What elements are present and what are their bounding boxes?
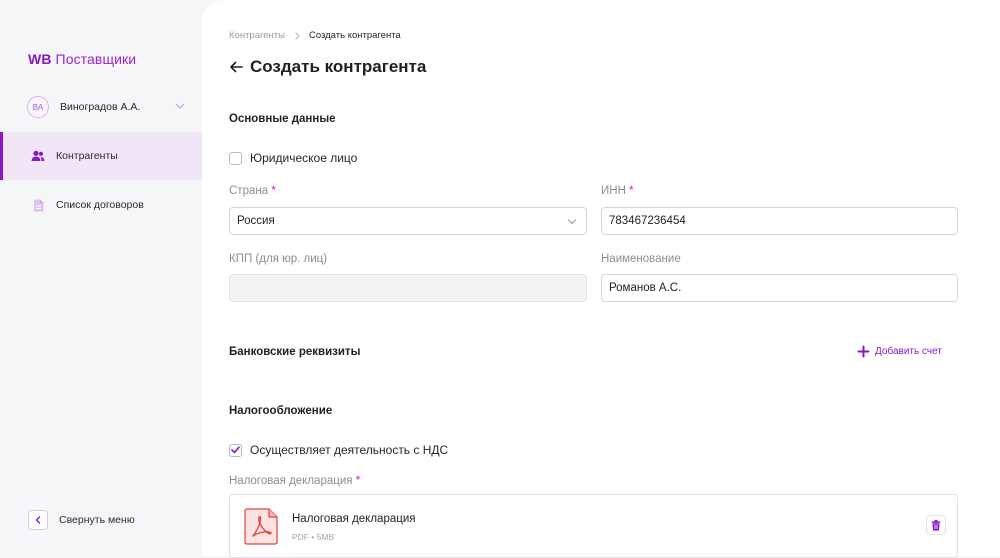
logo-name: Поставщики: [55, 51, 137, 67]
name-input-value: Романов А.С.: [609, 282, 682, 294]
delete-file-button[interactable]: [926, 515, 946, 535]
collapse-menu[interactable]: Свернуть меню: [28, 510, 135, 530]
collapse-button[interactable]: [28, 510, 48, 530]
inn-input-value: 783467236454: [609, 215, 686, 227]
kpp-label: КПП (для юр. лиц): [229, 253, 328, 265]
plus-icon: [857, 345, 870, 358]
declaration-label: Налоговая декларация *: [229, 475, 360, 487]
section-title-bank: Банковские реквизиты: [229, 346, 361, 358]
chevron-down-icon: [175, 103, 185, 109]
user-name: Виноградов А.А.: [60, 101, 141, 113]
uploaded-file: Налоговая декларация PDF • 5MB: [229, 494, 958, 558]
vat-checkbox[interactable]: [229, 443, 242, 457]
sidebar-item-counterparties[interactable]: Контрагенты: [0, 132, 202, 180]
logo-wb: WB: [28, 51, 52, 67]
breadcrumb-parent[interactable]: Контрагенты: [229, 30, 285, 41]
collapse-label: Свернуть меню: [59, 514, 135, 526]
users-icon: [31, 149, 45, 163]
name-label: Наименование: [601, 253, 681, 265]
inn-label-text: ИНН: [601, 185, 626, 197]
chevron-left-icon: [35, 516, 41, 524]
trash-icon: [931, 519, 941, 530]
country-select-value: Россия: [237, 215, 275, 227]
avatar: ВА: [27, 96, 49, 118]
sidebar-item-contracts[interactable]: Список договоров: [0, 181, 202, 229]
required-mark: *: [271, 185, 276, 197]
required-mark: *: [629, 185, 634, 197]
section-title-basic: Основные данные: [229, 113, 336, 125]
vat-label: Осуществляет деятельность с НДС: [250, 443, 449, 457]
logo[interactable]: WB Поставщики: [28, 51, 136, 67]
add-account-button[interactable]: Добавить счет: [857, 345, 942, 358]
declaration-label-text: Налоговая декларация: [229, 475, 353, 487]
vat-checkbox-row[interactable]: Осуществляет деятельность с НДС: [229, 443, 448, 457]
file-name: Налоговая декларация: [292, 513, 416, 525]
inn-label: ИНН *: [601, 185, 634, 197]
required-mark: *: [355, 475, 361, 487]
kpp-input[interactable]: [229, 274, 587, 302]
add-account-label: Добавить счет: [875, 346, 942, 357]
page-title: Создать контрагента: [229, 57, 426, 77]
sidebar-item-label: Контрагенты: [56, 150, 118, 162]
inn-input[interactable]: 783467236454: [601, 207, 958, 235]
country-select[interactable]: Россия: [229, 207, 587, 235]
country-label-text: Страна: [229, 185, 269, 197]
pdf-file-icon: [244, 508, 278, 545]
page-title-text: Создать контрагента: [250, 57, 427, 76]
breadcrumb: Контрагенты Создать контрагента: [229, 30, 401, 41]
back-arrow-icon[interactable]: [229, 60, 243, 74]
document-icon: [31, 198, 45, 212]
sidebar-item-label: Список договоров: [56, 199, 144, 211]
chevron-right-icon: [295, 31, 300, 40]
legal-entity-checkbox[interactable]: [229, 151, 242, 165]
file-meta: PDF • 5MB: [292, 532, 335, 542]
name-input[interactable]: Романов А.С.: [601, 274, 958, 302]
country-label: Страна *: [229, 185, 276, 197]
sidebar: WB Поставщики ВА Виноградов А.А. Контраг…: [0, 0, 202, 556]
checkmark-icon: [231, 446, 240, 454]
section-title-tax: Налогообложение: [229, 405, 333, 417]
main-panel: Контрагенты Создать контрагента Создать …: [202, 0, 1000, 558]
legal-entity-checkbox-row[interactable]: Юридическое лицо: [229, 151, 357, 165]
legal-entity-label: Юридическое лицо: [250, 151, 358, 165]
breadcrumb-current: Создать контрагента: [308, 30, 401, 41]
user-menu[interactable]: ВА Виноградов А.А.: [27, 96, 187, 118]
chevron-down-icon: [567, 219, 577, 225]
